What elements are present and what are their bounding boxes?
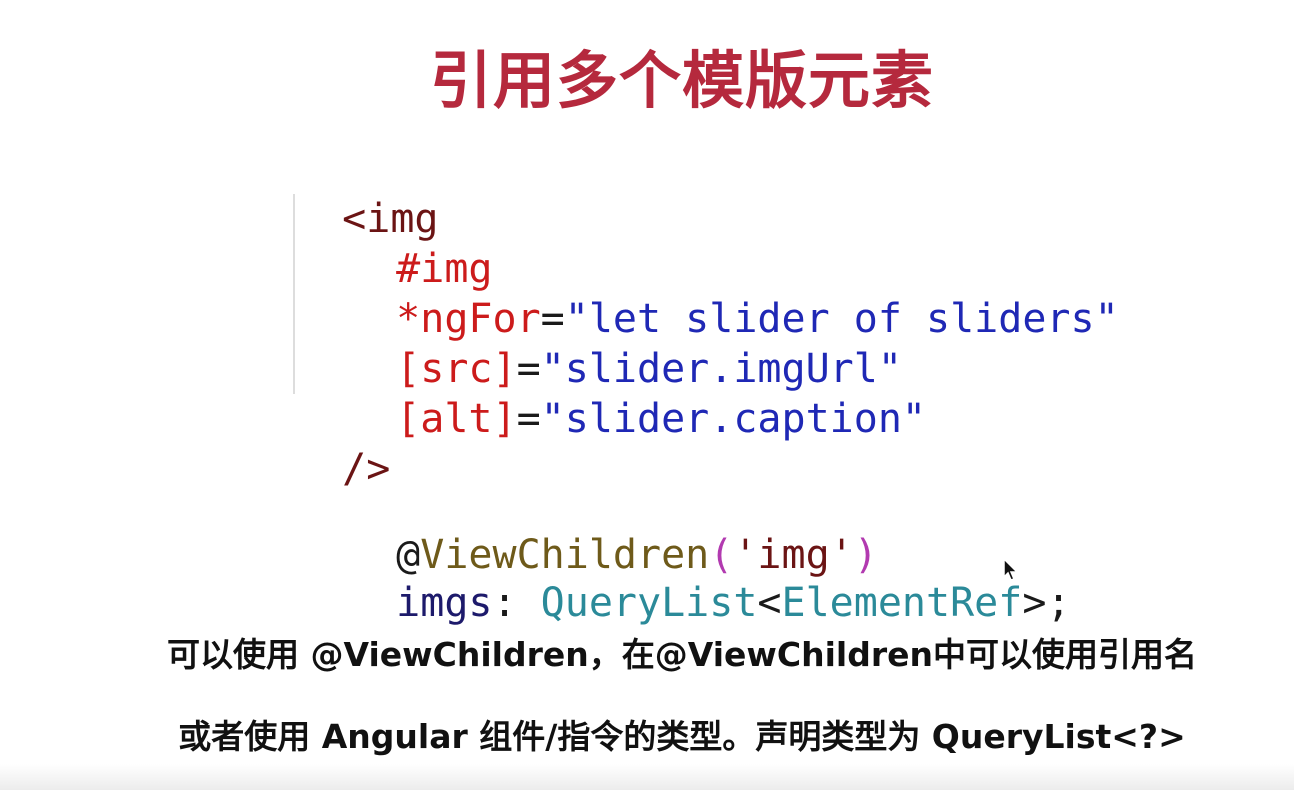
- bottom-shade: [0, 764, 1294, 790]
- slide-title: 引用多个模版元素: [429, 44, 934, 117]
- generic-close: >: [1022, 580, 1047, 626]
- caption-line-2: 或者使用 Angular 组件/指令的类型。声明类型为 QueryList<?>: [178, 717, 1186, 756]
- type-elementref: ElementRef: [781, 580, 1023, 626]
- mouse-pointer-icon: [1003, 557, 1019, 581]
- type-querylist: QueryList: [540, 580, 758, 626]
- attr-alt: [alt]: [396, 396, 517, 442]
- generic-open: <: [757, 580, 782, 626]
- slide: { "title": "引用多个模版元素", "code": { "line1"…: [0, 0, 1294, 790]
- colon: :: [492, 580, 541, 626]
- code-line-alt: [alt]="slider.caption": [348, 344, 926, 444]
- code-line-querylist: imgs: QueryList<ElementRef>;: [348, 528, 1071, 628]
- code-line-close: />: [294, 394, 390, 494]
- semicolon: ;: [1046, 580, 1071, 626]
- property-name: imgs: [396, 580, 493, 626]
- caption-line-1: 可以使用 @ViewChildren，在@ViewChildren中可以使用引用…: [167, 635, 1197, 674]
- equals-sign: =: [516, 396, 541, 442]
- alt-value: "slider.caption": [540, 396, 926, 442]
